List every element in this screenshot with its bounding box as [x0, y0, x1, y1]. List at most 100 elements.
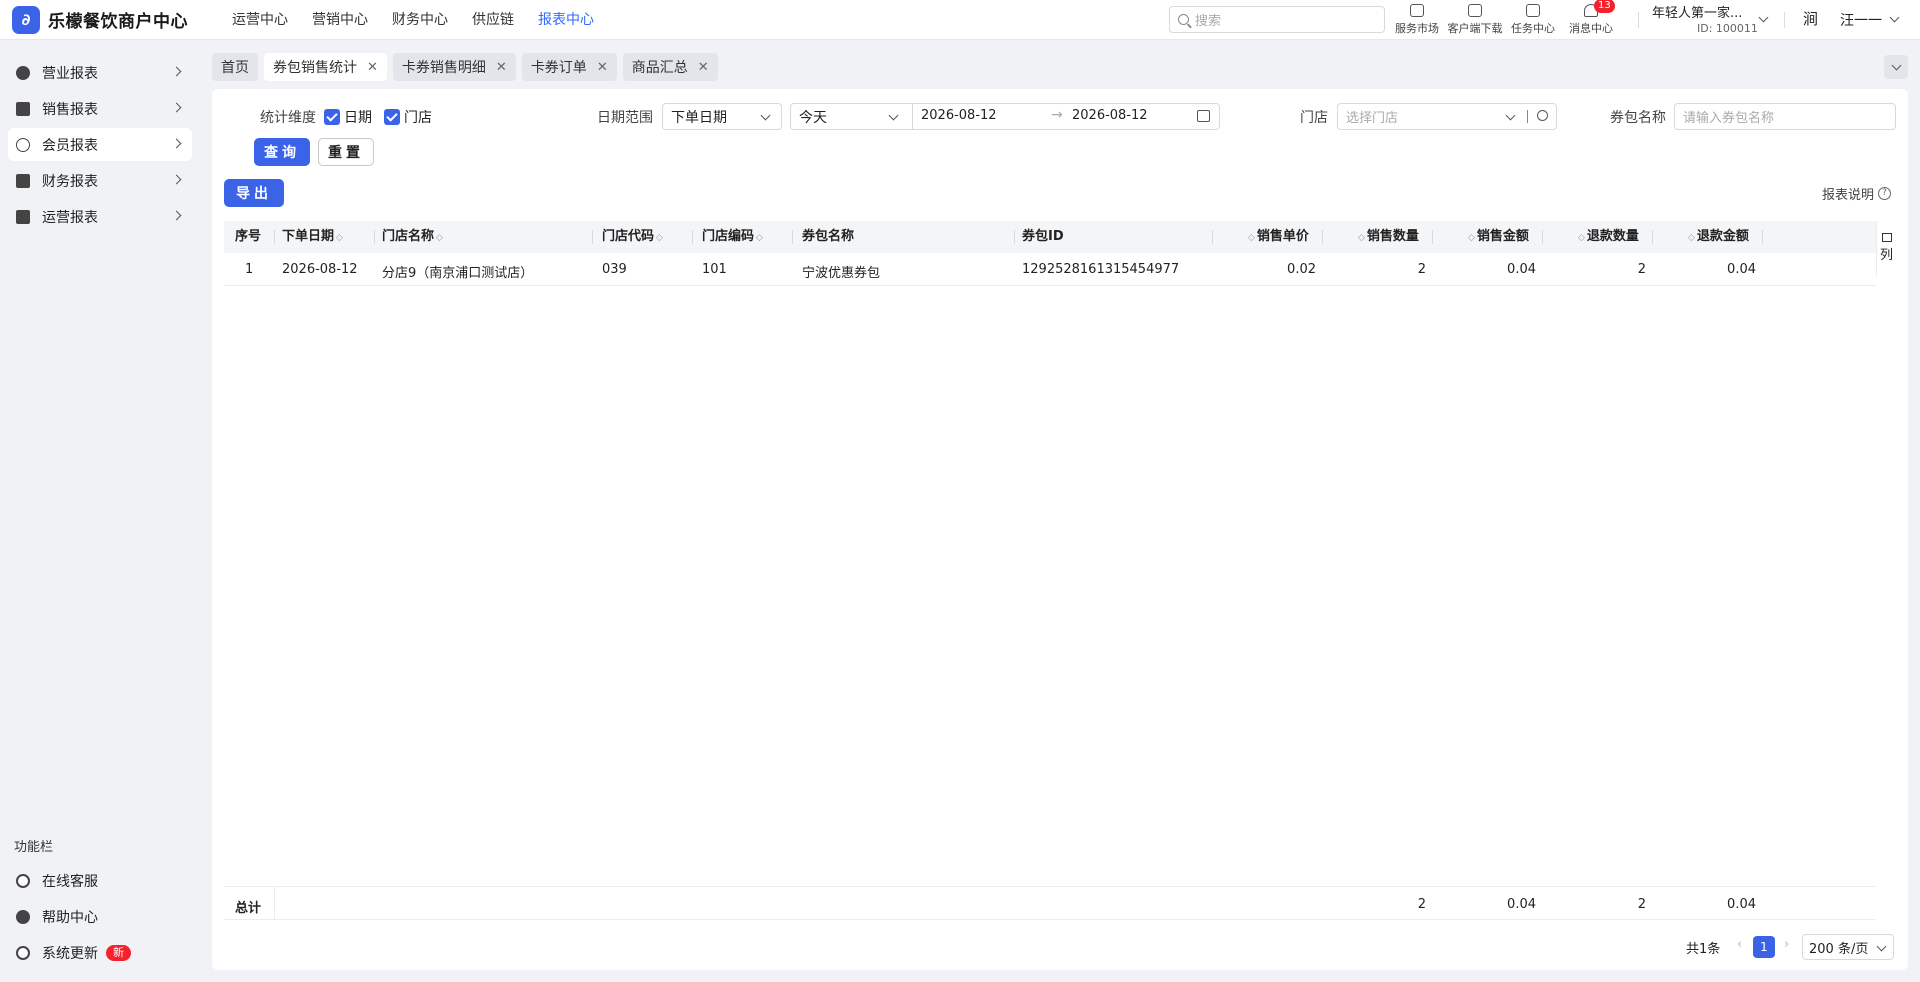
sort-icon[interactable]: ◇ — [436, 233, 443, 243]
chevron-right-icon — [171, 102, 182, 113]
sidebar-item-operations-report[interactable]: 运营报表 — [8, 200, 192, 233]
sort-icon[interactable]: ◇ — [656, 233, 663, 243]
col-header-index: 序号 — [235, 229, 262, 244]
client-download-label: 客户端下载 — [1447, 22, 1503, 35]
dimension-store-checkbox[interactable]: 门店 — [384, 107, 432, 127]
column-divider — [692, 230, 693, 244]
close-icon[interactable]: ✕ — [367, 60, 378, 75]
col-header-store-number[interactable]: 门店编码 ◇ — [702, 221, 765, 253]
sidebar-item-help-center[interactable]: 帮助中心 — [8, 900, 192, 933]
export-button[interactable]: 导出 — [224, 179, 284, 207]
chevron-down-icon — [1876, 941, 1887, 952]
totals-label: 总计 — [235, 901, 262, 916]
page-size-select[interactable]: 200 条/页 — [1802, 934, 1894, 960]
start-date-input[interactable]: 2026-08-12 — [921, 108, 997, 123]
search-input[interactable]: 搜索 — [1169, 6, 1385, 33]
column-settings-button[interactable]: 列 — [1876, 221, 1896, 277]
tab-home[interactable]: 首页 — [212, 53, 258, 81]
search-icon[interactable] — [1537, 110, 1548, 121]
col-header-store-code[interactable]: 门店代码 ◇ — [602, 221, 665, 253]
tab-product-summary[interactable]: 商品汇总 ✕ — [622, 53, 718, 81]
col-header-sales-amount[interactable]: ◇ 销售金额 — [1466, 221, 1529, 253]
sidebar: 营业报表 销售报表 会员报表 财务报表 运营报表 功能栏 在线客服 帮助中心 系… — [0, 40, 200, 982]
tab-package-sales-stats[interactable]: 券包销售统计 ✕ — [264, 53, 387, 81]
col-header-label: 退款数量 — [1586, 229, 1639, 244]
topnav-marketing[interactable]: 营销中心 — [300, 0, 380, 40]
top-tools: 服务市场 客户端下载 任务中心 13 消息中心 — [1388, 0, 1620, 40]
sort-icon[interactable]: ◇ — [1468, 233, 1475, 243]
package-name-label: 券包名称 — [1610, 110, 1666, 126]
column-divider — [274, 887, 275, 919]
cell-unit-price: 0.02 — [1287, 262, 1316, 277]
chevron-right-icon — [171, 174, 182, 185]
sidebar-item-online-support[interactable]: 在线客服 — [8, 864, 192, 897]
column-divider — [1212, 230, 1213, 244]
avatar[interactable]: 涧 — [1803, 8, 1827, 32]
row-divider — [224, 285, 1876, 286]
sidebar-item-label: 会员报表 — [42, 137, 98, 154]
tab-card-sales-detail[interactable]: 卡券销售明细 ✕ — [392, 53, 516, 81]
col-header-refund-qty[interactable]: ◇ 退款数量 — [1576, 221, 1639, 253]
column-divider — [1432, 230, 1433, 244]
tab-card-orders[interactable]: 卡券订单 ✕ — [521, 53, 617, 81]
pagination-total: 共1条 — [1686, 942, 1721, 957]
help-icon — [16, 909, 30, 924]
col-header-label: 门店代码 — [602, 229, 655, 244]
checkbox-label: 日期 — [344, 110, 372, 126]
prev-page-icon[interactable]: ‹ — [1737, 937, 1742, 952]
date-type-select[interactable]: 下单日期 — [662, 103, 782, 130]
package-name-placeholder: 请输入券包名称 — [1683, 111, 1775, 126]
sidebar-item-business-report[interactable]: 营业报表 — [8, 56, 192, 89]
end-date-input[interactable]: 2026-08-12 — [1072, 108, 1148, 123]
next-page-icon[interactable]: › — [1784, 937, 1789, 952]
topnav-reports[interactable]: 报表中心 — [526, 0, 606, 40]
package-name-input[interactable]: 请输入券包名称 — [1674, 103, 1896, 130]
col-header-sales-qty[interactable]: ◇ 销售数量 — [1356, 221, 1419, 253]
sort-icon[interactable]: ◇ — [336, 233, 343, 243]
brand[interactable]: ∂ 乐檬餐饮商户中心 — [0, 5, 200, 34]
reset-button[interactable]: 重置 — [318, 138, 374, 166]
sidebar-item-system-update[interactable]: 系统更新 新 — [8, 936, 192, 969]
user-name[interactable]: 汪一一 — [1840, 10, 1882, 30]
calendar-icon[interactable] — [1197, 110, 1210, 122]
page-number-current[interactable]: 1 — [1753, 936, 1775, 958]
date-type-value: 下单日期 — [671, 109, 727, 126]
cell-store-code: 039 — [602, 262, 627, 277]
message-center-button[interactable]: 13 消息中心 — [1562, 0, 1620, 40]
cell-refund-amount: 0.04 — [1727, 262, 1756, 277]
client-download-button[interactable]: 客户端下载 — [1446, 0, 1504, 40]
sort-icon[interactable]: ◇ — [1688, 233, 1695, 243]
tabs-dropdown-button[interactable] — [1884, 55, 1908, 79]
sidebar-item-member-report[interactable]: 会员报表 — [8, 128, 192, 161]
date-range-picker[interactable]: 今天 2026-08-12 → 2026-08-12 — [790, 103, 1220, 130]
col-header-refund-amount[interactable]: ◇ 退款金额 — [1686, 221, 1749, 253]
query-button[interactable]: 查询 — [254, 138, 310, 166]
store-label: 门店 — [1300, 110, 1328, 126]
store-switcher[interactable]: 年轻人第一家... ID: 100011 — [1652, 0, 1769, 40]
cell-store-name: 分店9（南京浦口测试店） — [382, 266, 534, 281]
service-market-button[interactable]: 服务市场 — [1388, 0, 1446, 40]
store-placeholder: 选择门店 — [1346, 111, 1399, 126]
report-note-link[interactable]: 报表说明 ? — [1822, 184, 1892, 203]
sort-icon[interactable]: ◇ — [1248, 233, 1255, 243]
sidebar-item-finance-report[interactable]: 财务报表 — [8, 164, 192, 197]
sort-icon[interactable]: ◇ — [1578, 233, 1585, 243]
col-header-unit-price[interactable]: ◇ 销售单价 — [1246, 221, 1309, 253]
sort-icon[interactable]: ◇ — [1358, 233, 1365, 243]
col-header-store-name[interactable]: 门店名称 ◇ — [382, 221, 445, 253]
topnav-supply-chain[interactable]: 供应链 — [460, 0, 526, 40]
divider — [912, 104, 913, 129]
date-preset-value: 今天 — [799, 109, 827, 126]
sidebar-item-sales-report[interactable]: 销售报表 — [8, 92, 192, 125]
store-select[interactable]: 选择门店 — [1337, 103, 1557, 130]
col-header-order-date[interactable]: 下单日期 ◇ — [282, 221, 345, 253]
task-center-button[interactable]: 任务中心 — [1504, 0, 1562, 40]
close-icon[interactable]: ✕ — [597, 60, 608, 75]
close-icon[interactable]: ✕ — [496, 60, 507, 75]
dimension-date-checkbox[interactable]: 日期 — [324, 107, 372, 127]
close-icon[interactable]: ✕ — [698, 60, 709, 75]
brand-logo-icon: ∂ — [12, 5, 40, 34]
sort-icon[interactable]: ◇ — [756, 233, 763, 243]
topnav-finance[interactable]: 财务中心 — [380, 0, 460, 40]
topnav-operations[interactable]: 运营中心 — [220, 0, 300, 40]
